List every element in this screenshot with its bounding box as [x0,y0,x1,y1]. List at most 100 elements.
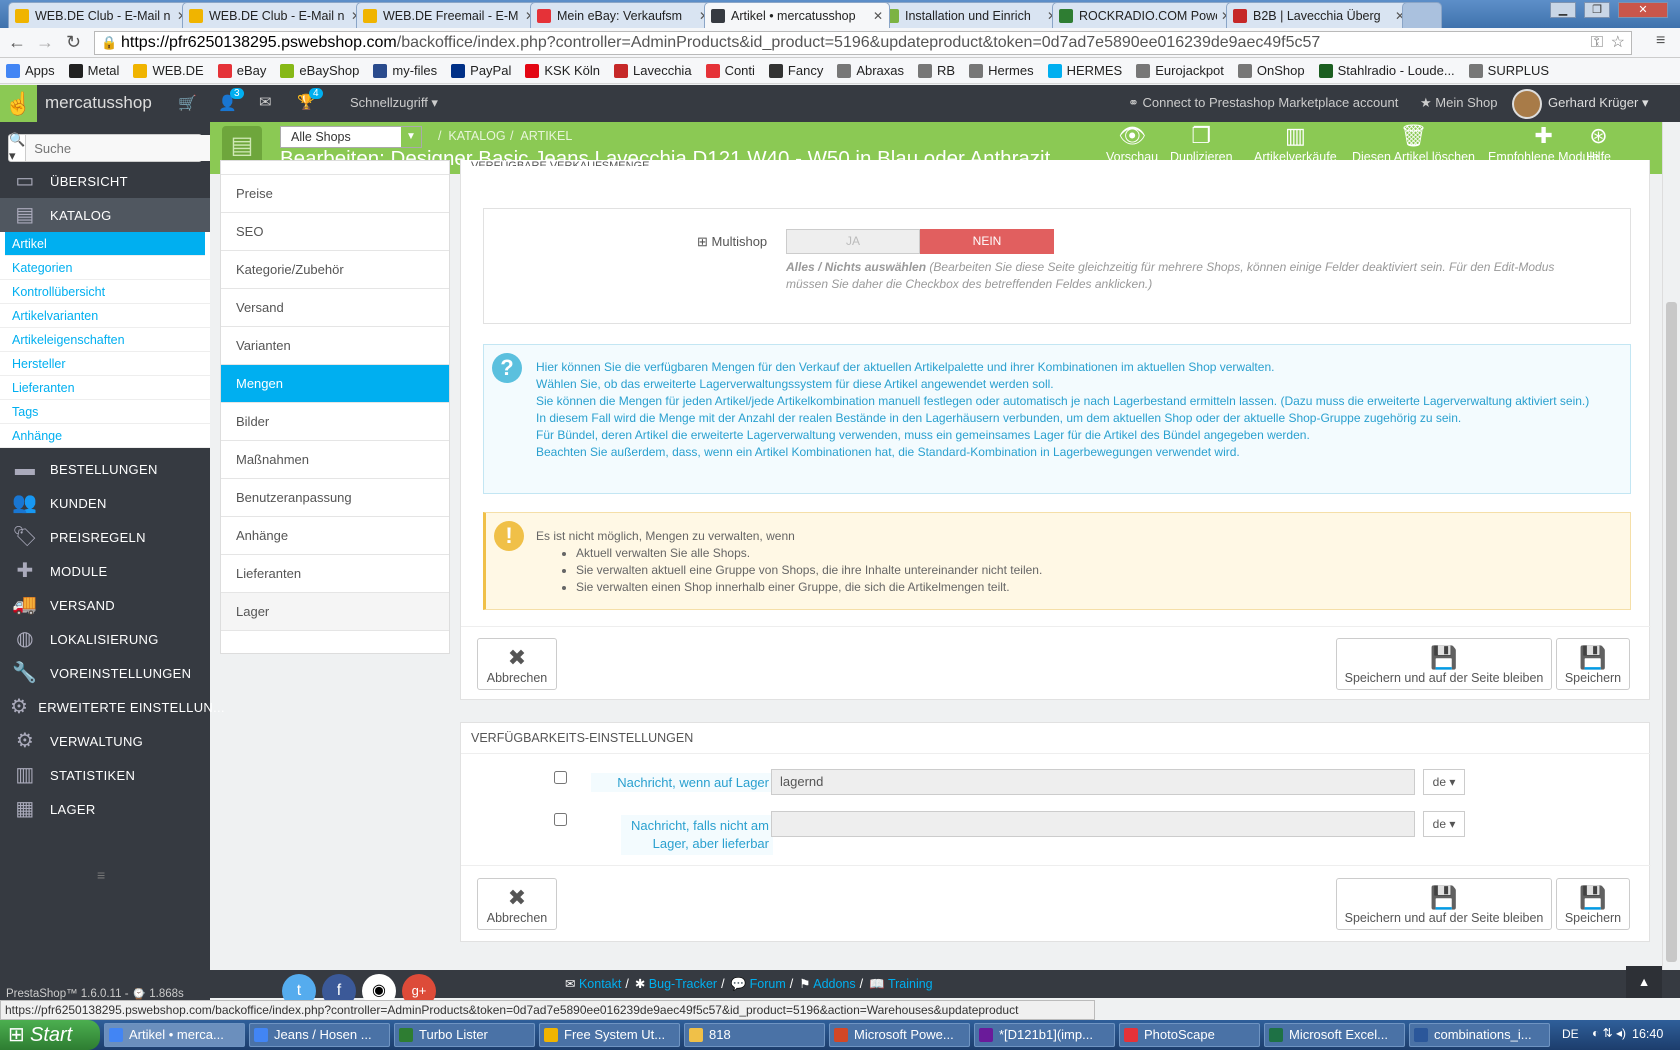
toolbar-trash-button[interactable]: 🗑 Diesen Artikel löschen [1352,122,1475,164]
user-menu[interactable]: Gerhard Krüger ▾ [1548,95,1648,111]
multishop-no-toggle[interactable]: NEIN [920,229,1054,254]
sidebar-item-preisregeln[interactable]: 🏷 PREISREGELN [0,520,210,554]
new-tab-button[interactable] [1402,2,1442,28]
sidebar-item-statistiken[interactable]: ▥ STATISTIKEN [0,758,210,792]
tab-anhänge[interactable]: Anhänge [221,517,449,555]
scrollbar[interactable] [1662,122,1680,970]
tab-mengen[interactable]: Mengen [221,365,449,403]
bookmark[interactable]: Apps [6,63,55,78]
submenu-item[interactable]: Kontrollübersicht [0,280,210,304]
sidebar-item-kunden[interactable]: 👥 KUNDEN [0,486,210,520]
toolbar-copy-button[interactable]: ❐ Duplizieren [1170,122,1233,164]
bookmark[interactable]: RB [918,63,955,78]
taskbar-item[interactable]: *[D121b1](imp... [974,1023,1115,1047]
bookmark[interactable]: KSK Köln [525,63,600,78]
start-button[interactable]: ⊞ Start [0,1020,100,1050]
reload-icon[interactable]: ↻ [66,32,81,53]
marketplace-link[interactable]: ⚭ Connect to Prestashop Marketplace acco… [1128,95,1398,111]
tab-maßnahmen[interactable]: Maßnahmen [221,441,449,479]
submenu-item[interactable]: Tags [0,400,210,424]
footer-link[interactable]: ✉ Kontakt / [565,977,629,991]
bookmark[interactable]: Lavecchia [614,63,692,78]
browser-tab[interactable]: WEB.DE Club - E-Mail n✕ [8,2,194,28]
bookmark[interactable]: Conti [705,63,755,78]
my-shop-link[interactable]: ★ Mein Shop [1420,95,1497,111]
avatar[interactable] [1512,89,1542,119]
toolbar-lifebuoy-button[interactable]: ⊛ Hilfe [1586,122,1611,164]
sidebar-item-bestellungen[interactable]: ▬ BESTELLUNGEN [0,452,210,486]
taskbar-item[interactable]: Microsoft Excel... [1264,1023,1405,1047]
in-stock-lang-dropdown[interactable]: de ▾ [1423,769,1465,795]
bookmark[interactable]: OnShop [1237,63,1305,78]
submenu-item[interactable]: Artikel [5,232,205,256]
submenu-item[interactable]: Kategorien [0,256,210,280]
cart-icon[interactable]: 🛒 [178,94,197,112]
taskbar-item[interactable]: Free System Ut... [539,1023,680,1047]
bookmark[interactable]: Stahlradio - Loude... [1318,63,1455,78]
browser-tab[interactable]: WEB.DE Freemail - E-M✕ [356,2,542,28]
submenu-item[interactable]: Hersteller [0,352,210,376]
backorder-lang-dropdown[interactable]: de ▾ [1423,811,1465,837]
footer-link[interactable]: 📖 Training [869,977,933,991]
cancel-button[interactable]: ✖ Abbrechen [477,638,557,690]
collapse-menu-icon[interactable]: ≡ [97,867,105,883]
close-window-button[interactable]: ✕ [1618,2,1668,18]
tab-bilder[interactable]: Bilder [221,403,449,441]
shop-name[interactable]: mercatusshop [45,93,152,113]
tab-seo[interactable]: SEO [221,213,449,251]
language-indicator[interactable]: DE [1562,1027,1579,1041]
tab-benutzeranpassung[interactable]: Benutzeranpassung [221,479,449,517]
backorder-input[interactable] [771,811,1415,837]
sidebar-item-katalog[interactable]: ▤ KATALOG [0,198,210,232]
tab-lager[interactable]: Lager [221,593,449,631]
search-icon[interactable]: 🔍▾ [9,132,27,163]
minimize-button[interactable]: ▁ [1550,2,1576,18]
bookmark[interactable]: WEB.DE [133,63,204,78]
back-icon[interactable]: ← [8,32,26,53]
bookmark[interactable]: Hermes [969,63,1034,78]
save-button[interactable]: 💾 Speichern [1556,638,1630,690]
footer-link[interactable]: 💬 Forum / [731,977,794,991]
cancel-button[interactable]: ✖ Abbrechen [477,878,557,930]
scroll-top-icon[interactable]: ▲ [1626,966,1662,998]
browser-tab[interactable]: Artikel • mercatusshop ✕ [704,2,890,28]
toolbar-puzzle-button[interactable]: ✚ Empfohlene Module [1488,122,1599,164]
taskbar-item[interactable]: combinations_i... [1409,1023,1550,1047]
bookmark[interactable]: Fancy [768,63,823,78]
save-button[interactable]: 💾 Speichern [1556,878,1630,930]
browser-tab[interactable]: ROCKRADIO.COM Powe✕ [1052,2,1238,28]
hand-logo-icon[interactable]: ☝ [0,85,37,122]
messages-icon[interactable]: ✉ [259,93,272,111]
bookmark[interactable]: my-files [373,63,437,78]
tray-icons[interactable]: ◐ ⇅ ◂) [1592,1026,1626,1040]
submenu-item[interactable]: Artikelvarianten [0,304,210,328]
browser-tab[interactable]: B2B | Lavecchia Überg ✕ [1226,2,1412,28]
taskbar-item[interactable]: PhotoScape [1119,1023,1260,1047]
maximize-button[interactable]: ❐ [1584,2,1610,18]
in-stock-input[interactable]: lagernd [771,769,1415,795]
footer-link[interactable]: ✱ Bug-Tracker / [635,977,725,991]
bookmark[interactable]: eBay [217,63,266,78]
sidebar-item-versand[interactable]: 🚚 VERSAND [0,588,210,622]
bookmark[interactable]: PayPal [451,63,511,78]
star-bookmark-icon[interactable]: ☆ [1611,32,1625,54]
toolbar-bar-chart-button[interactable]: ▥ Artikelverkäufe [1254,122,1337,164]
backorder-checkbox[interactable] [554,813,567,826]
submenu-item[interactable]: Artikeleigenschaften [0,328,210,352]
browser-tab[interactable]: WEB.DE Club - E-Mail n✕ [182,2,368,28]
breadcrumb-catalog[interactable]: / KATALOG [438,129,506,143]
browser-tab[interactable]: Installation und Einrich✕ [878,2,1064,28]
shop-select[interactable]: Alle Shops ▼ [280,126,422,148]
multishop-yes-toggle[interactable]: JA [786,229,920,254]
submenu-item[interactable]: Lieferanten [0,376,210,400]
tab-kategorie-zubehör[interactable]: Kategorie/Zubehör [221,251,449,289]
quick-access-menu[interactable]: Schnellzugriff ▾ [350,95,438,111]
toolbar-eye-button[interactable]: 👁 Vorschau [1106,122,1158,164]
sidebar-item-erweiterte-einstellun-[interactable]: ⚙ ERWEITERTE EINSTELLUN... [0,690,225,724]
menu-icon[interactable]: ≡ [1656,32,1665,50]
taskbar-item[interactable]: Microsoft Powe... [829,1023,970,1047]
breadcrumb-product[interactable]: / ARTIKEL [510,129,572,143]
submenu-item[interactable]: Anhänge [0,424,210,448]
taskbar-item[interactable]: Jeans / Hosen ... [249,1023,390,1047]
bookmark[interactable]: Abraxas [837,63,904,78]
